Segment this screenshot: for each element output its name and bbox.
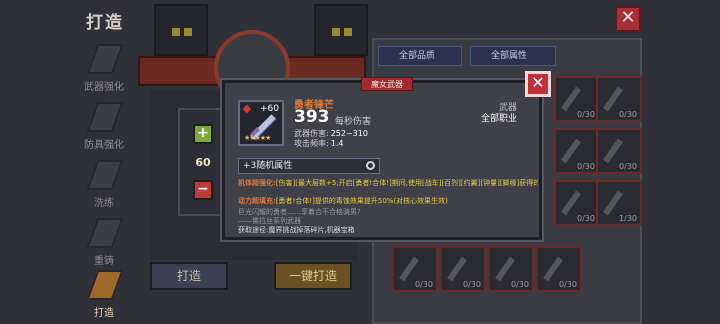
nav-weapon-upgrade[interactable]: 武器强化: [76, 40, 132, 98]
one-click-forge-button[interactable]: 一键打造: [274, 262, 352, 290]
nav-label: 重铸: [94, 256, 114, 267]
popup-close-button[interactable]: ✕: [525, 71, 551, 97]
attack-rate-stat: 攻击频率: 1.4: [294, 139, 344, 148]
skill-line-2: 动力超填充:[勇者!合体!]提供的毒蚀效果提升50%(对核心效果生效): [238, 197, 448, 205]
element-gem-icon: [242, 104, 252, 114]
forge-button[interactable]: 打造: [150, 262, 228, 290]
recast-icon: [86, 218, 124, 248]
nav-refine[interactable]: 洗练: [76, 156, 132, 214]
quality-filter-dropdown[interactable]: 全部品质: [378, 46, 462, 66]
source-text: 获取途径:魔界挑战掉落碎片,机器宝箱: [238, 226, 355, 234]
quantity-value: 60: [195, 156, 211, 169]
skill-line-1: 机体超强化:[伤害][最大层数+5;开启[勇者!合体!]期间,使用[战车][百烈…: [238, 179, 538, 187]
magnifier-icon: [366, 161, 375, 170]
armor-icon: [86, 102, 124, 132]
series-text: ——佛拉丝系列武器: [238, 217, 301, 225]
quantity-stepper: + 60 −: [178, 108, 228, 216]
random-attribute-row[interactable]: +3随机属性: [238, 158, 380, 174]
witch-weapon-tag: 魔女武器: [361, 77, 413, 91]
nav-label: 打造: [94, 308, 114, 319]
inventory-slot[interactable]: 0/30: [554, 128, 600, 174]
item-icon-frame: +60 ★★★★★: [238, 100, 284, 146]
attribute-filter-dropdown[interactable]: 全部属性: [470, 46, 556, 66]
inventory-slot[interactable]: 0/30: [536, 246, 582, 292]
hammer-icon: [86, 270, 124, 300]
flavor-text: 巨光闪耀的勇者……享着合不合格骑男?: [238, 208, 361, 216]
decrease-button[interactable]: −: [193, 180, 213, 200]
screen-close-button[interactable]: ✕: [615, 6, 641, 32]
refine-icon: [86, 160, 124, 190]
sword-icon: [86, 44, 124, 74]
inventory-slot[interactable]: 0/30: [596, 128, 642, 174]
nav-forge[interactable]: 打造: [76, 266, 132, 324]
dps-label: 每秒伤害: [335, 117, 372, 127]
inventory-slot[interactable]: 0/30: [488, 246, 534, 292]
inventory-slot[interactable]: 0/30: [596, 76, 642, 122]
item-detail-popup: 魔女武器 ✕ +60 ★★★★★ 勇者锋芒 393 每秒伤害 武器伤害: 252~…: [222, 71, 551, 240]
helmet-decoration-right: [314, 4, 368, 56]
screen-title: 打造: [86, 13, 124, 33]
inventory-slot[interactable]: 0/30: [554, 76, 600, 122]
left-nav: 武器强化 防具强化 洗练 重铸 打造: [76, 40, 132, 324]
star-rating: ★★★★★: [244, 134, 271, 142]
item-class: 全部职业: [480, 114, 517, 124]
nav-label: 防具强化: [84, 140, 124, 151]
increase-button[interactable]: +: [193, 124, 213, 144]
nav-label: 洗练: [94, 198, 114, 209]
inventory-slot[interactable]: 0/30: [392, 246, 438, 292]
nav-label: 武器强化: [84, 82, 124, 93]
helmet-decoration-left: [154, 4, 208, 56]
inventory-slot[interactable]: 1/30: [596, 180, 642, 226]
inventory-slot[interactable]: 0/30: [554, 180, 600, 226]
inventory-slot[interactable]: 0/30: [440, 246, 486, 292]
item-enhance-level: +60: [260, 104, 279, 114]
dps-value: 393: [294, 107, 330, 127]
nav-armor-upgrade[interactable]: 防具强化: [76, 98, 132, 156]
nav-recast[interactable]: 重铸: [76, 214, 132, 272]
